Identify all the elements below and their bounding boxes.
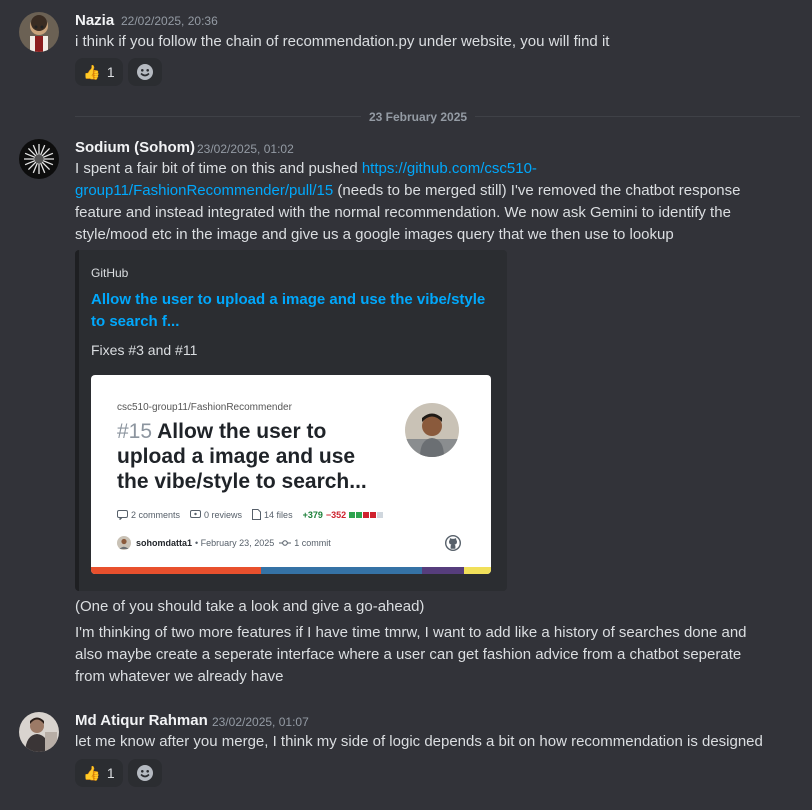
embed-title[interactable]: Allow the user to upload a image and use…: [91, 289, 501, 333]
embed-image[interactable]: csc510-group11/FashionRecommender #15 Al…: [91, 375, 491, 574]
language-bar-segment: [91, 567, 261, 574]
message-text: from whatever we already have: [75, 668, 284, 685]
comments-count: 2 comments: [131, 509, 181, 520]
files-count: 14 files: [264, 509, 293, 520]
message-line: I spent a fair bit of time on this and p…: [75, 158, 537, 180]
file-icon: [252, 509, 262, 520]
pr-author-name: sohomdatta1: [136, 538, 193, 548]
add-reaction-icon: [137, 765, 153, 781]
message-text: let me know after you merge, I think my …: [75, 733, 763, 750]
author-name[interactable]: Md Atiqur Rahman: [75, 712, 208, 729]
embed-description: Fixes #3 and #11: [91, 342, 198, 358]
reaction-thumbs-up[interactable]: 👍 1: [75, 759, 123, 787]
commit-icon: [279, 540, 292, 546]
language-bar-segment: [261, 567, 422, 574]
reviews-count: 0 reviews: [204, 509, 243, 520]
message-text: i think if you follow the chain of recom…: [75, 33, 610, 50]
message-text: (needs to be merged still) I've removed …: [333, 182, 741, 199]
pr-author-row: sohomdatta1 • February 23, 2025 1 commit: [117, 536, 331, 550]
reaction-count: 1: [106, 765, 115, 781]
author-name[interactable]: Sodium (Sohom): [75, 139, 195, 156]
message-text: I'm thinking of two more features if I h…: [75, 624, 747, 641]
additions: +379: [302, 509, 323, 520]
pr-title-text: Allow the user to: [157, 420, 327, 443]
language-bar-segment: [464, 567, 491, 574]
comment-icon: [117, 509, 128, 520]
add-reaction-icon: [137, 64, 153, 80]
reaction-count: 1: [106, 64, 115, 80]
repo-name: csc510-group11/FashionRecommender: [117, 402, 292, 413]
language-bar-segment: [422, 567, 464, 574]
author-name[interactable]: Nazia: [75, 12, 114, 29]
embed-title-line[interactable]: to search f...: [91, 311, 501, 333]
pr-date: • February 23, 2025: [195, 538, 275, 548]
embed-provider[interactable]: GitHub: [91, 266, 128, 280]
reaction-thumbs-up[interactable]: 👍 1: [75, 58, 123, 86]
message-line: group11/FashionRecommender/pull/15 (need…: [75, 180, 740, 202]
thumbs-up-icon: 👍: [83, 764, 101, 781]
message-text: feature and instead integrated with the …: [75, 204, 731, 221]
pr-author-avatar: [405, 403, 459, 457]
pr-number: #15: [117, 420, 153, 443]
review-icon: [190, 509, 202, 518]
add-reaction-button[interactable]: [128, 58, 162, 86]
diff-blocks: [349, 511, 384, 518]
pr-stats: 2 comments 0 reviews 14 files +379 −352: [117, 509, 384, 520]
message-text: style/mood etc in the image and give us …: [75, 226, 674, 243]
pull-request-link[interactable]: https://github.com/csc510-: [362, 160, 537, 177]
timestamp: 22/02/2025, 20:36: [121, 14, 218, 28]
divider-date: 23 February 2025: [361, 110, 476, 124]
message-text: (One of you should take a look and give …: [75, 598, 425, 615]
pr-title-line: upload a image and use: [117, 445, 356, 468]
avatar[interactable]: [19, 139, 59, 179]
timestamp: 23/02/2025, 01:07: [212, 715, 309, 729]
pr-title: #15 Allow the user to upload a image and…: [117, 419, 367, 494]
github-icon: [445, 535, 461, 551]
timestamp: 23/02/2025, 01:02: [197, 142, 294, 156]
link-embed: GitHub Allow the user to upload a image …: [75, 250, 507, 591]
deletions: −352: [325, 509, 347, 520]
pr-title-line: #15 Allow the user to: [117, 419, 367, 444]
embed-title-line[interactable]: Allow the user to upload a image and use…: [91, 289, 501, 311]
thumbs-up-icon: 👍: [83, 63, 101, 80]
message-text: also maybe create a seperate interface w…: [75, 646, 742, 663]
pr-title-line: the vibe/style to search...: [117, 470, 367, 493]
pull-request-link[interactable]: group11/FashionRecommender/pull/15: [75, 182, 333, 199]
avatar[interactable]: [19, 12, 59, 52]
commits-count: 1 commit: [294, 538, 331, 548]
user-avatar-icon: [117, 536, 131, 550]
avatar[interactable]: [19, 712, 59, 752]
add-reaction-button[interactable]: [128, 759, 162, 787]
message-text: I spent a fair bit of time on this and p…: [75, 160, 362, 177]
